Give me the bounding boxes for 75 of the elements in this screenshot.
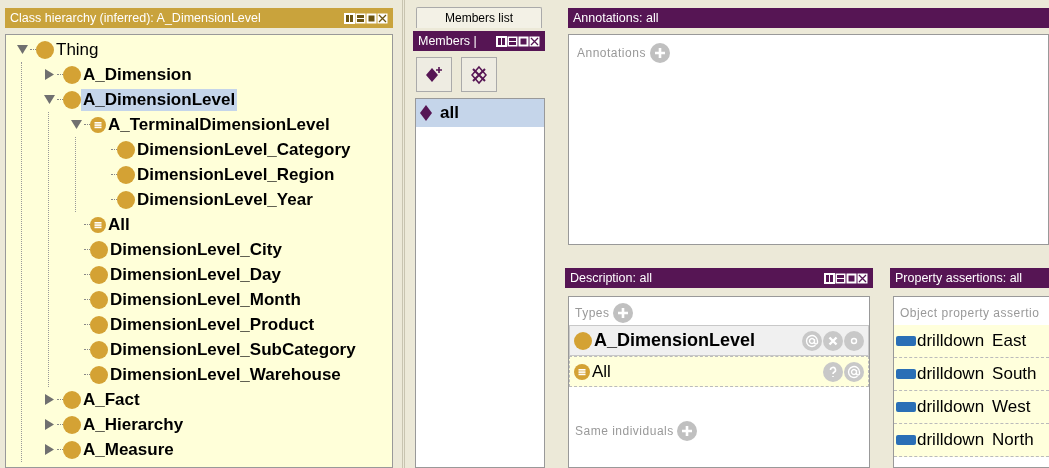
members-list-tab[interactable]: Members list (416, 7, 542, 28)
class-icon (90, 315, 108, 334)
diamond-icon (420, 105, 432, 121)
tree-item[interactable]: A_Fact (81, 388, 142, 411)
object-property-icon (896, 402, 916, 412)
tree-item[interactable]: A_TerminalDimensionLevel (106, 113, 332, 136)
member-item[interactable]: all (416, 99, 544, 127)
tree-item[interactable]: DimensionLevel_Month (108, 288, 303, 311)
class-icon (90, 265, 108, 284)
property-value[interactable]: East (992, 328, 1027, 354)
class-icon (90, 365, 108, 384)
tree-item[interactable]: DimensionLevel_Year (135, 188, 315, 211)
tree-item[interactable]: DimensionLevel_City (108, 238, 284, 261)
view-controls-icon[interactable] (344, 12, 388, 24)
object-property-icon (896, 369, 916, 379)
collapse-arrow-icon[interactable] (43, 94, 55, 105)
tree-item[interactable]: DimensionLevel_Region (135, 163, 337, 186)
property-value[interactable]: West (992, 394, 1031, 420)
type-label[interactable]: A_DimensionLevel (594, 327, 756, 354)
defined-class-icon (574, 363, 590, 380)
property-value[interactable]: North (992, 427, 1034, 453)
object-property-icon (896, 435, 916, 445)
tree-item[interactable]: A_Dimension (81, 63, 194, 86)
class-icon (36, 40, 54, 59)
add-individual-button[interactable] (416, 57, 452, 92)
tree-item[interactable]: DimensionLevel_Category (135, 138, 353, 161)
class-icon (63, 415, 81, 434)
expand-arrow-icon[interactable] (43, 419, 55, 430)
tree-item[interactable]: DimensionLevel_Day (108, 263, 283, 286)
view-controls-icon[interactable] (496, 35, 540, 47)
class-icon (117, 190, 135, 209)
collapse-arrow-icon[interactable] (16, 44, 28, 55)
view-controls-icon[interactable] (824, 272, 868, 284)
object-property-icon (896, 336, 916, 346)
class-icon (117, 165, 135, 184)
tree-item[interactable]: A_DimensionLevel (81, 88, 238, 111)
tree-item[interactable]: A_Measure (81, 438, 176, 461)
diamond-cross-icon (469, 64, 489, 85)
property-name[interactable]: drilldown (917, 361, 985, 387)
tree-item[interactable]: A_Hierarchy (81, 413, 186, 436)
tree-item[interactable]: Thing (54, 38, 101, 61)
class-icon (63, 65, 81, 84)
defined-class-icon (90, 216, 106, 233)
collapse-arrow-icon[interactable] (70, 119, 82, 130)
expand-arrow-icon[interactable] (43, 444, 55, 455)
class-icon (90, 340, 108, 359)
tree-item[interactable]: DimensionLevel_SubCategory (108, 338, 358, 361)
panel-title: Members | (418, 32, 477, 50)
delete-individual-button[interactable] (461, 57, 497, 92)
property-name[interactable]: drilldown (917, 328, 985, 354)
property-value[interactable]: South (992, 361, 1037, 387)
panel-title: Property assertions: all (895, 269, 1023, 287)
tree-item[interactable]: DimensionLevel_Warehouse (108, 363, 343, 386)
expand-arrow-icon[interactable] (43, 394, 55, 405)
section-label: Annotations (577, 45, 646, 62)
class-icon (90, 240, 108, 259)
panel-title: Class hierarchy (inferred): A_DimensionLevel (10, 9, 261, 27)
section-label: Types (575, 305, 610, 322)
class-icon (90, 290, 108, 309)
tree-item[interactable]: DimensionLevel_Product (108, 313, 317, 336)
property-name[interactable]: drilldown (917, 394, 985, 420)
class-icon (63, 90, 81, 109)
class-icon (574, 331, 592, 350)
section-label: Same individuals (575, 423, 674, 440)
defined-class-icon (90, 116, 106, 133)
tree-item[interactable]: All (106, 213, 132, 236)
panel-title: Description: all (570, 269, 652, 287)
expand-arrow-icon[interactable] (43, 69, 55, 80)
class-icon (117, 140, 135, 159)
panel-title: Annotations: all (573, 9, 659, 27)
class-icon (63, 390, 81, 409)
section-label: Object property assertio (900, 305, 1040, 322)
class-icon (63, 440, 81, 459)
type-label[interactable]: All (592, 358, 611, 385)
property-name[interactable]: drilldown (917, 427, 985, 453)
